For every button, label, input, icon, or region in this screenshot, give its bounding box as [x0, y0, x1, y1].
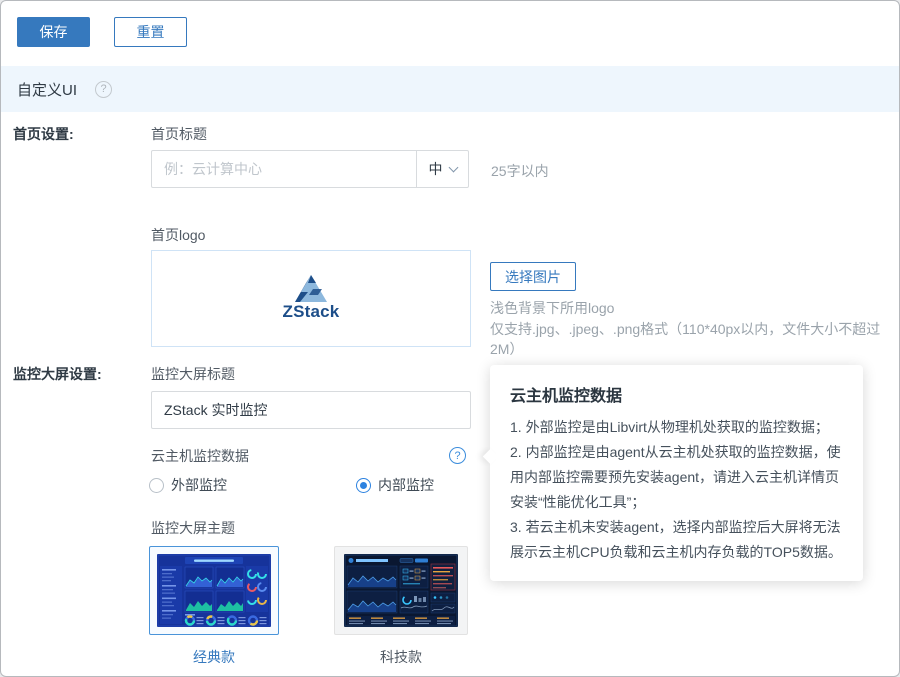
- help-circle-icon[interactable]: ?: [95, 81, 112, 98]
- logo-format-hint: 仅支持.jpg、.jpeg、.png格式（110*40px以内，文件大小不超过2…: [490, 319, 899, 359]
- tooltip-line-3: 3. 若云主机未安装agent，选择内部监控后大屏将无法展示云主机CPU负载和云…: [510, 515, 843, 565]
- tooltip-line-2: 2. 内部监控是由agent从云主机处获取的监控数据，使用内部监控需要预先安装a…: [510, 440, 843, 515]
- radio-internal-monitor[interactable]: 内部监控: [356, 475, 434, 495]
- tooltip-title: 云主机监控数据: [510, 382, 843, 406]
- logo-preview-box: ZStack: [151, 250, 471, 347]
- datasource-help-icon[interactable]: ?: [449, 447, 466, 464]
- reset-button[interactable]: 重置: [114, 17, 187, 47]
- save-button[interactable]: 保存: [17, 17, 90, 47]
- homepage-settings-label: 首页设置:: [13, 124, 74, 144]
- monitor-title-input[interactable]: [151, 391, 471, 429]
- homepage-logo-label: 首页logo: [151, 225, 205, 245]
- custom-ui-settings-page: 保存 重置 自定义UI ? 首页设置: 首页标题 中 25字以内 首页logo …: [0, 0, 900, 677]
- title-length-hint: 25字以内: [491, 161, 549, 181]
- radio-external-label: 外部监控: [171, 475, 227, 495]
- theme-card-classic[interactable]: [149, 546, 279, 635]
- homepage-title-input[interactable]: [151, 150, 417, 188]
- theme-tech-caption: 科技款: [334, 647, 468, 667]
- radio-circle-checked-icon: [356, 478, 371, 493]
- homepage-title-label: 首页标题: [151, 124, 207, 144]
- section-header: 自定义UI ?: [1, 66, 899, 112]
- zstack-logo-text: ZStack: [283, 302, 340, 322]
- language-select[interactable]: 中: [416, 150, 469, 188]
- zstack-logo-icon: [295, 275, 327, 302]
- radio-circle-icon: [149, 478, 164, 493]
- page-title: 自定义UI: [17, 79, 77, 100]
- theme-card-tech[interactable]: [334, 546, 468, 635]
- theme-tech-preview: [344, 554, 458, 627]
- theme-label: 监控大屏主题: [151, 518, 235, 538]
- logo-usage-hint: 浅色背景下所用logo: [490, 298, 614, 318]
- tooltip-line-1: 1. 外部监控是由Libvirt从物理机处获取的监控数据；: [510, 415, 843, 440]
- theme-classic-caption[interactable]: 经典款: [149, 647, 279, 667]
- radio-external-monitor[interactable]: 外部监控: [149, 475, 227, 495]
- theme-classic-preview: [157, 554, 271, 627]
- datasource-tooltip: 云主机监控数据 1. 外部监控是由Libvirt从物理机处获取的监控数据； 2.…: [490, 365, 863, 581]
- radio-internal-label: 内部监控: [378, 475, 434, 495]
- tooltip-arrow: [483, 449, 499, 465]
- monitor-title-label: 监控大屏标题: [151, 364, 235, 384]
- language-select-value: 中: [429, 159, 443, 179]
- choose-image-button[interactable]: 选择图片: [490, 262, 576, 291]
- chevron-down-icon: [448, 162, 458, 172]
- zstack-logo: ZStack: [283, 275, 340, 322]
- monitor-settings-label: 监控大屏设置:: [13, 364, 102, 384]
- datasource-label: 云主机监控数据: [151, 446, 249, 466]
